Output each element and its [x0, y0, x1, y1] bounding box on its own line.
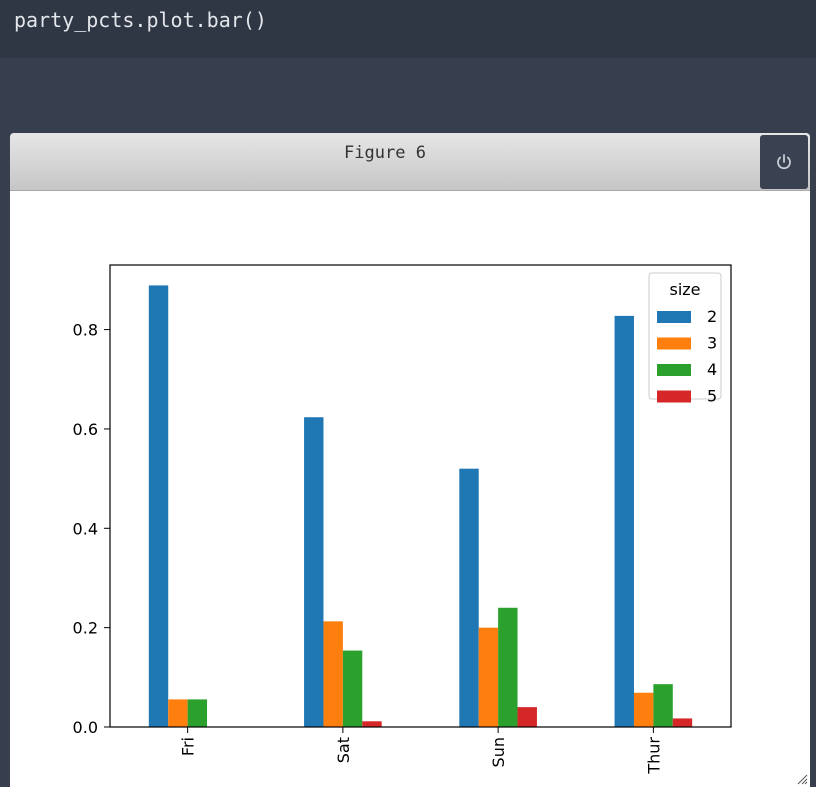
legend-swatch-size-4: [657, 364, 691, 376]
plot-canvas[interactable]: 0.0 0.2 0.4 0.6 0.8 Fri Sat Sun Thur size 2 3 4 5: [10, 191, 810, 787]
figure-title: Figure 6: [344, 143, 426, 163]
legend-swatch-size-2: [657, 311, 691, 323]
power-icon: [777, 154, 791, 170]
close-figure-button[interactable]: [760, 135, 808, 189]
y-tick-label: 0.6: [73, 420, 98, 439]
bar-chart: 0.0 0.2 0.4 0.6 0.8 Fri Sat Sun Thur size 2 3 4 5: [73, 264, 732, 775]
figure-titlebar: Figure 6: [10, 133, 810, 191]
legend-swatch-size-3: [657, 337, 691, 350]
code-line[interactable]: party_pcts.plot.bar(): [14, 8, 267, 32]
x-tick-label: Sat: [334, 737, 353, 763]
y-tick-label: 0.2: [73, 619, 98, 638]
bar-sun-size-4: [498, 607, 518, 727]
axes-frame: [109, 264, 732, 728]
bar-fri-size-3: [168, 699, 188, 727]
bar-sun-size-5: [517, 707, 537, 727]
x-tick-label: Thur: [644, 737, 663, 775]
bar-sun-size-3: [478, 627, 499, 727]
legend-title: size: [669, 280, 700, 299]
bar-thur-size-3: [633, 692, 654, 727]
bar-sat-size-5: [362, 721, 382, 727]
x-tick-label: Sun: [489, 737, 508, 767]
legend-label-size-3: 3: [707, 334, 717, 353]
bar-thur-size-5: [672, 718, 693, 727]
legend-label-size-5: 5: [707, 387, 717, 406]
bar-thur-size-2: [614, 315, 634, 727]
y-tick-label: 0.0: [73, 718, 98, 737]
legend-swatch-size-5: [657, 390, 691, 403]
code-cell[interactable]: party_pcts.plot.bar(): [0, 0, 816, 58]
bar-thur-size-4: [653, 684, 673, 727]
bar-fri-size-2: [148, 285, 169, 727]
legend-label-size-2: 2: [707, 307, 717, 326]
y-tick-label: 0.8: [73, 321, 98, 340]
resize-handle-icon[interactable]: [796, 773, 808, 785]
bar-sat-size-3: [323, 621, 343, 727]
bar-sat-size-2: [304, 417, 324, 727]
bar-sat-size-4: [342, 650, 363, 727]
legend-label-size-4: 4: [707, 360, 717, 379]
x-tick-label: Fri: [179, 737, 198, 756]
bar-fri-size-4: [187, 699, 208, 727]
y-tick-label: 0.4: [73, 519, 98, 538]
figure-widget: Figure 6 0.0 0.2 0.4 0.6 0.8 Fri Sat Sun Thur siz…: [10, 133, 810, 787]
bar-sun-size-2: [459, 468, 479, 727]
